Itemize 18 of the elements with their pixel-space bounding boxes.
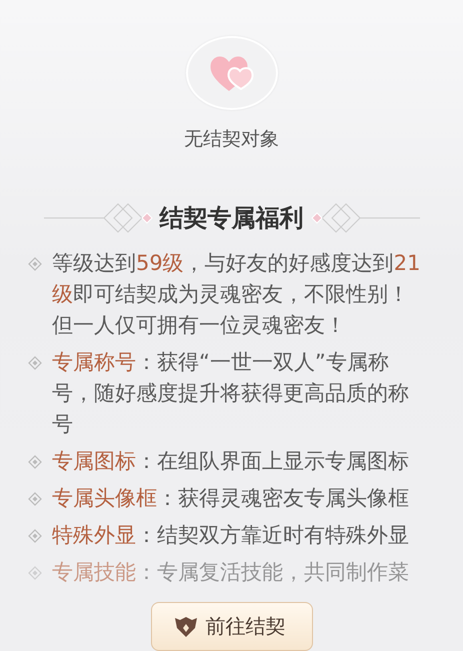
- benefit-text: 专属技能：专属复活技能，共同制作菜: [52, 559, 410, 586]
- diamond-bullet-icon: [28, 455, 42, 469]
- crest-icon: [174, 616, 198, 638]
- diamond-ornament-icon: [44, 202, 154, 234]
- diamond-bullet-icon: [28, 356, 42, 370]
- diamond-bullet-icon: [28, 566, 42, 580]
- diamond-bullet-icon: [28, 492, 42, 506]
- benefit-text: 专属图标：在组队界面上显示专属图标: [52, 448, 410, 475]
- benefit-text: 等级达到59级，与好友的好感度达到21级即可结契成为灵魂密友，不限性别！但一人仅可拥有一位灵魂密友！: [52, 250, 422, 339]
- benefit-text: 特殊外显：结契双方靠近时有特殊外显: [52, 522, 410, 549]
- diamond-ornament-icon: [310, 202, 420, 234]
- diamond-bullet-icon: [28, 257, 42, 271]
- diamond-bullet-icon: [28, 529, 42, 543]
- benefit-text: 专属称号：获得“一世一双人”专属称号，随好感度提升将获得更高品质的称号: [52, 349, 410, 438]
- go-bond-button[interactable]: 前往结契: [150, 602, 312, 651]
- section-title: 结契专属福利: [160, 203, 304, 234]
- benefit-text: 专属头像框：获得灵魂密友专属头像框: [52, 485, 410, 512]
- status-text: 无结契对象: [184, 127, 279, 152]
